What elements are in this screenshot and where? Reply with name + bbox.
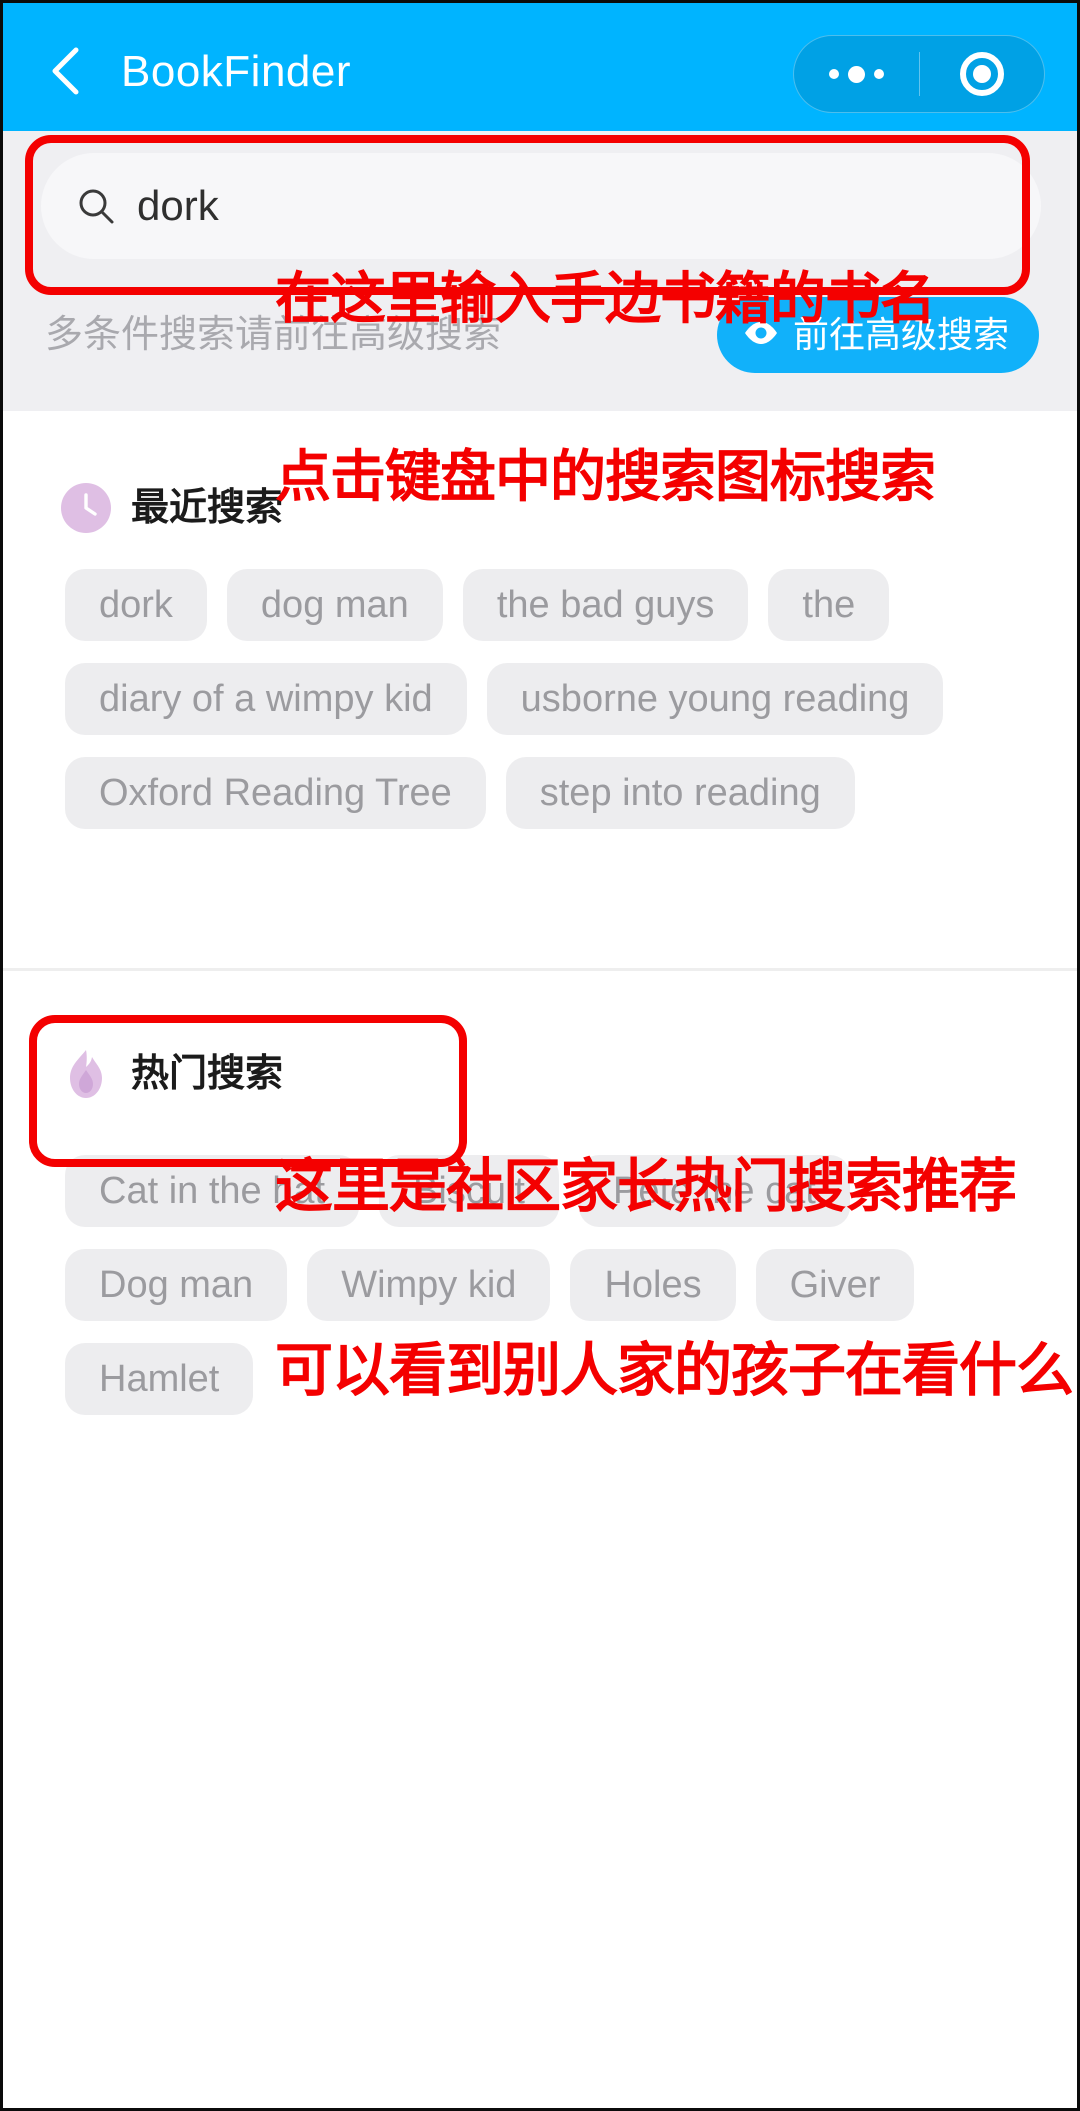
hot-searches-section: 热门搜索 Cat in the hat Biscuit Pete the cat Do… [3,971,1077,2108]
close-miniprogram-button[interactable] [920,36,1045,112]
hot-search-chip[interactable]: Giver [755,1249,915,1321]
hot-search-chip[interactable]: Wimpy kid [307,1249,551,1321]
search-icon [77,187,115,225]
recent-searches-section: 最近搜索 dork dog man the bad guys the diary of … [3,411,1077,968]
hot-search-chip[interactable]: Biscuit [379,1155,559,1227]
app-screen: BookFinder dork 多条件搜索请前往高级搜索 前往高级搜索 最近搜索… [0,0,1080,2111]
advanced-search-button-label: 前往高级搜索 [792,314,1009,355]
recent-search-chip[interactable]: the [768,569,890,641]
page-title: BookFinder [121,47,352,96]
recent-searches-header: 最近搜索 [61,483,283,533]
back-button[interactable] [43,47,87,95]
search-input[interactable]: dork [41,153,1041,259]
recent-search-chip[interactable]: dog man [226,569,443,641]
hot-searches-header: 热门搜索 [61,1049,283,1099]
recent-search-chip[interactable]: step into reading [505,757,855,829]
hot-search-chip[interactable]: Cat in the hat [65,1155,360,1227]
navigation-bar: BookFinder [3,3,1077,131]
flame-icon [61,1049,111,1099]
hot-search-chip[interactable]: Hamlet [65,1343,254,1415]
advanced-search-row: 多条件搜索请前往高级搜索 前往高级搜索 [3,279,1077,391]
search-zone: dork 多条件搜索请前往高级搜索 前往高级搜索 [3,131,1077,411]
advanced-search-hint: 多条件搜索请前往高级搜索 [45,314,502,356]
recent-search-chip[interactable]: the bad guys [462,569,749,641]
recent-search-chip[interactable]: Oxford Reading Tree [65,757,486,829]
recent-searches-chip-list: dork dog man the bad guys the diary of a wim… [65,569,1025,829]
hot-search-chip[interactable]: Holes [570,1249,736,1321]
more-dots-icon [828,65,884,83]
hot-search-chip[interactable]: Pete the cat [578,1155,850,1227]
recent-searches-title: 最近搜索 [131,487,284,529]
recent-search-chip[interactable]: diary of a wimpy kid [65,663,467,735]
recent-search-chip[interactable]: dork [65,569,207,641]
target-circle-icon [959,52,1004,96]
hot-searches-title: 热门搜索 [131,1053,284,1095]
advanced-search-button[interactable]: 前往高级搜索 [716,297,1039,373]
miniprogram-capsule [793,35,1045,113]
more-menu-button[interactable] [794,36,919,112]
hot-searches-chip-list: Cat in the hat Biscuit Pete the cat Dog man… [65,1155,1025,1415]
chevron-left-icon [48,46,82,96]
recent-search-chip[interactable]: usborne young reading [486,663,944,735]
search-input-value: dork [137,182,219,229]
clock-icon [61,483,111,533]
hot-search-chip[interactable]: Dog man [65,1249,288,1321]
eye-icon [743,320,779,351]
